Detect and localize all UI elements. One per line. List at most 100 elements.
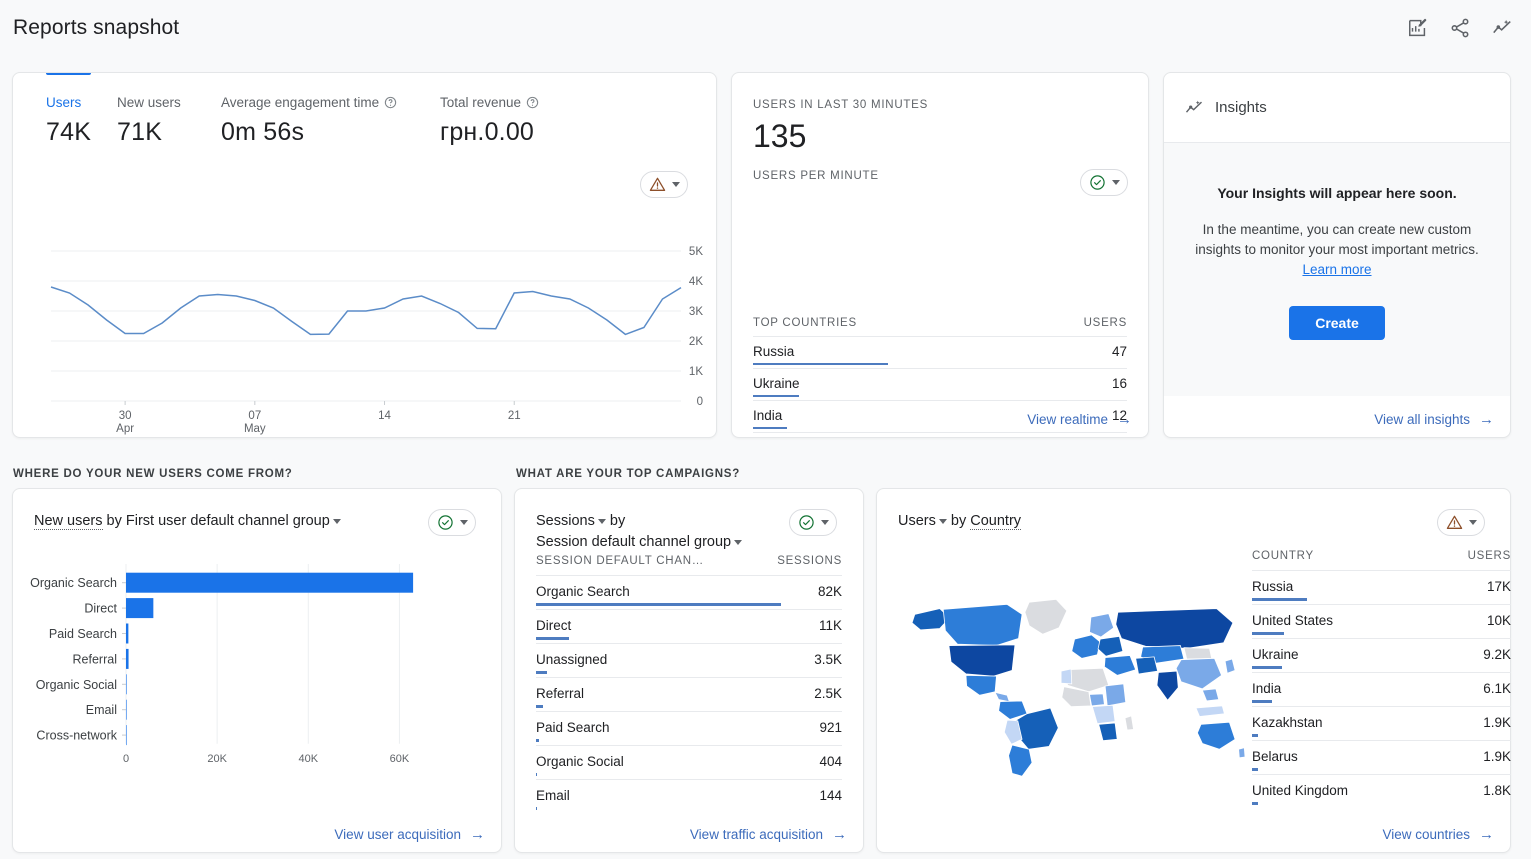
countries-rows: Russia 17K United States 10K Ukraine9.2KIndi… bbox=[1252, 570, 1511, 808]
geo-status-badge[interactable] bbox=[1437, 509, 1485, 536]
insights-body-copy: In the meantime, you can create new cust… bbox=[1195, 222, 1479, 257]
geo-dimension-selector[interactable]: Country bbox=[970, 513, 1021, 530]
section-caption-campaigns: WHAT ARE YOUR TOP CAMPAIGNS? bbox=[516, 468, 740, 480]
row-value: 17K bbox=[1487, 579, 1511, 594]
metric-users[interactable]: Users 74K bbox=[46, 95, 117, 147]
acquisition-card-title: New users by First user default channel … bbox=[34, 511, 341, 532]
data-quality-warning-badge[interactable] bbox=[640, 171, 688, 198]
row-label: India bbox=[753, 408, 782, 423]
new-users-by-channel-bar-chart: 020K40K60KOrganic SearchDirectPaid Searc… bbox=[13, 564, 502, 794]
row-label: Ukraine bbox=[1252, 647, 1299, 662]
metric-new-users[interactable]: New users 71K bbox=[117, 95, 221, 147]
column-header-users: USERS bbox=[1084, 317, 1127, 329]
view-traffic-acquisition-link[interactable]: View traffic acquisition → bbox=[690, 827, 847, 842]
edit-chart-icon[interactable] bbox=[1407, 17, 1429, 39]
campaigns-status-badge[interactable] bbox=[789, 509, 837, 536]
share-icon[interactable] bbox=[1449, 17, 1471, 39]
metric-value: 74K bbox=[46, 118, 117, 147]
row-label: Kazakhstan bbox=[1252, 715, 1323, 730]
table-row[interactable]: Ukraine9.2K bbox=[1252, 638, 1511, 672]
table-row[interactable]: Kazakhstan 1.9K bbox=[1252, 706, 1511, 740]
table-row[interactable]: Russia47 bbox=[753, 336, 1127, 368]
row-bar bbox=[753, 395, 799, 397]
campaigns-metric-selector[interactable]: Sessions bbox=[536, 513, 606, 529]
link-label: View all insights bbox=[1374, 412, 1470, 427]
table-row[interactable]: Belarus6 bbox=[753, 432, 1127, 438]
metric-total-revenue[interactable]: Total revenue грн.0.00 bbox=[440, 95, 570, 147]
realtime-user-count: 135 bbox=[753, 118, 1148, 155]
help-circle-icon[interactable] bbox=[526, 96, 539, 109]
campaigns-dimension-selector[interactable]: Session default channel group bbox=[536, 534, 742, 550]
row-label: United States bbox=[1252, 613, 1333, 628]
insights-icon[interactable] bbox=[1491, 17, 1513, 39]
chevron-down-icon bbox=[1112, 180, 1120, 185]
table-row[interactable]: Ukraine16 bbox=[753, 368, 1127, 400]
map-country-russia bbox=[1116, 609, 1233, 649]
table-row[interactable]: Direct11K bbox=[536, 609, 842, 643]
table-row[interactable]: Organic Search82K bbox=[536, 575, 842, 609]
check-circle-icon bbox=[798, 514, 815, 531]
reports-snapshot-page: Reports snapshot Users 74K N bbox=[0, 0, 1531, 859]
row-bar bbox=[536, 739, 539, 742]
view-realtime-link[interactable]: View realtime → bbox=[1027, 412, 1132, 427]
column-header-country: TOP COUNTRIES bbox=[753, 317, 857, 329]
table-row[interactable]: Unassigned3.5K bbox=[536, 643, 842, 677]
table-row[interactable]: United States 10K bbox=[1252, 604, 1511, 638]
acquisition-dimension-selector[interactable]: First user default channel group bbox=[126, 513, 341, 529]
table-row[interactable]: United Kingdom1.8K bbox=[1252, 774, 1511, 808]
learn-more-link[interactable]: Learn more bbox=[1302, 262, 1371, 277]
row-value: 1.9K bbox=[1483, 715, 1511, 730]
svg-text:Apr: Apr bbox=[116, 423, 134, 435]
svg-text:5K: 5K bbox=[689, 246, 703, 258]
link-label: View traffic acquisition bbox=[690, 827, 823, 842]
view-countries-link[interactable]: View countries → bbox=[1382, 827, 1494, 842]
row-value: 1.8K bbox=[1483, 783, 1511, 798]
map-country-japan bbox=[1225, 659, 1235, 673]
svg-text:Paid Search: Paid Search bbox=[49, 627, 117, 641]
table-row[interactable]: Belarus1.9K bbox=[1252, 740, 1511, 774]
svg-text:3K: 3K bbox=[689, 306, 703, 318]
map-country-central-america bbox=[995, 692, 1009, 701]
table-row[interactable]: Paid Search921 bbox=[536, 711, 842, 745]
map-country-greenland bbox=[1025, 599, 1067, 634]
insights-card: Insights Your Insights will appear here … bbox=[1163, 72, 1511, 438]
realtime-status-badge[interactable] bbox=[1080, 169, 1128, 196]
row-bar bbox=[1252, 768, 1258, 771]
realtime-header: USERS IN LAST 30 MINUTES 135 bbox=[732, 73, 1148, 155]
geo-metric-selector[interactable]: Users bbox=[898, 513, 947, 529]
header-actions bbox=[1407, 17, 1513, 39]
svg-text:4K: 4K bbox=[689, 276, 703, 288]
table-row[interactable]: Email144 bbox=[536, 779, 842, 813]
svg-text:Cross-network: Cross-network bbox=[36, 729, 117, 743]
map-country-western-europe bbox=[1072, 635, 1100, 658]
row-bar bbox=[1252, 802, 1258, 805]
acquisition-status-badge[interactable] bbox=[428, 509, 476, 536]
view-user-acquisition-link[interactable]: View user acquisition → bbox=[334, 827, 485, 842]
active-tab-indicator bbox=[46, 72, 91, 75]
metric-avg-engagement-time[interactable]: Average engagement time 0m 56s bbox=[221, 95, 440, 147]
svg-text:Organic Search: Organic Search bbox=[30, 576, 117, 590]
acquisition-metric-selector[interactable]: New users bbox=[34, 513, 103, 530]
table-row[interactable]: Russia 17K bbox=[1252, 570, 1511, 604]
row-label: Russia bbox=[1252, 579, 1293, 594]
campaigns-metric-label: Sessions bbox=[536, 513, 595, 529]
acquisition-dimension-label: First user default channel group bbox=[126, 513, 330, 529]
campaigns-card-title: Sessions by Session default channel grou… bbox=[536, 511, 742, 553]
world-choropleth-map[interactable] bbox=[890, 570, 1245, 785]
row-label: Belarus bbox=[1252, 749, 1298, 764]
table-row[interactable]: Organic Social404 bbox=[536, 745, 842, 779]
arrow-right-icon: → bbox=[1117, 412, 1132, 427]
table-row[interactable]: India6.1K bbox=[1252, 672, 1511, 706]
row-value: 10K bbox=[1487, 613, 1511, 628]
create-insight-button[interactable]: Create bbox=[1289, 306, 1385, 340]
warning-triangle-icon bbox=[649, 176, 666, 193]
table-row[interactable]: Referral2.5K bbox=[536, 677, 842, 711]
view-all-insights-link[interactable]: View all insights → bbox=[1374, 412, 1494, 427]
row-value: 16 bbox=[1112, 376, 1127, 391]
map-country-australia bbox=[1197, 722, 1235, 749]
help-circle-icon[interactable] bbox=[384, 96, 397, 109]
table-header-row: COUNTRY USERS bbox=[1252, 550, 1511, 570]
campaigns-card: Sessions by Session default channel grou… bbox=[514, 488, 864, 853]
row-label: Organic Search bbox=[536, 584, 630, 599]
page-title: Reports snapshot bbox=[13, 16, 179, 40]
